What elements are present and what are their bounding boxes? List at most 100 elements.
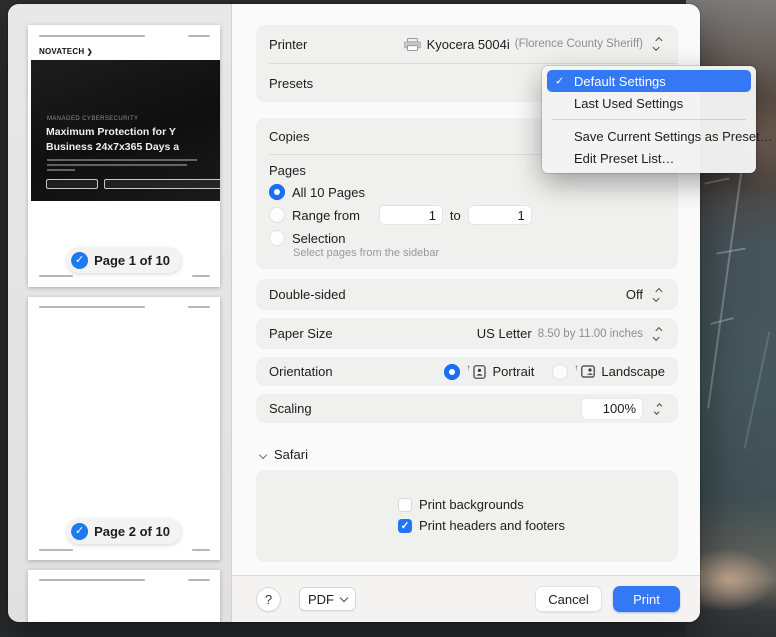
portrait-label: Portrait (492, 364, 534, 379)
safari-section-title: Safari (274, 447, 308, 462)
checkbox-unchecked-icon[interactable] (398, 498, 412, 512)
thumb-footer-line (192, 275, 210, 277)
radio-off-icon[interactable] (269, 207, 285, 223)
menu-item-label: Save Current Settings as Preset… (574, 129, 773, 144)
printer-value: Kyocera 5004i (427, 37, 510, 52)
page-thumbnail-3[interactable] (28, 570, 220, 622)
print-headers-label: Print headers and footers (419, 518, 565, 533)
menu-item-edit-preset-list[interactable]: Edit Preset List… (547, 147, 751, 169)
dialog-footer: ? PDF Cancel Print (232, 575, 700, 622)
hero-paragraph-line (47, 164, 187, 166)
presets-label: Presets (269, 76, 313, 91)
page-badge-label: Page 1 of 10 (94, 253, 170, 268)
pages-all-option[interactable]: All 10 Pages (269, 184, 665, 200)
orientation-row: Orientation ↑ Portrait ↑ (256, 357, 678, 386)
landscape-arrow-icon: ↑ (574, 363, 578, 372)
hero-heading-line1: Maximum Protection for Y (46, 126, 176, 138)
menu-item-default-settings[interactable]: ✓ Default Settings (547, 70, 751, 92)
selection-hint: Select pages from the sidebar (293, 247, 665, 259)
scaling-row: Scaling 100% (256, 394, 678, 423)
safari-options-group: Print backgrounds ✓ Print headers and fo… (256, 470, 678, 562)
pdf-dropdown-button[interactable]: PDF (299, 587, 356, 611)
radio-off-icon[interactable] (269, 230, 285, 246)
check-circle-icon: ✓ (71, 252, 88, 269)
thumb-header-line (39, 579, 145, 581)
page-thumbnail-2[interactable]: ✓ Page 2 of 10 (28, 297, 220, 560)
background-sketch-line (744, 331, 771, 449)
safari-disclosure[interactable]: Safari (260, 447, 678, 462)
pdf-label: PDF (308, 592, 334, 607)
checkbox-checked-icon[interactable]: ✓ (398, 519, 412, 533)
hero-paragraph-line (47, 169, 75, 171)
print-backgrounds-label: Print backgrounds (419, 497, 524, 512)
logo-chevron-icon: ❯ (87, 49, 93, 56)
orientation-portrait-option[interactable]: ↑ Portrait (444, 364, 534, 380)
page-badge-label: Page 2 of 10 (94, 524, 170, 539)
thumb-header-line (188, 306, 210, 308)
range-to-label: to (450, 208, 461, 223)
chevron-down-icon (340, 593, 348, 601)
print-backgrounds-option[interactable]: Print backgrounds (398, 497, 678, 512)
paper-size-stepper[interactable] (650, 324, 665, 344)
pages-all-label: All 10 Pages (292, 185, 365, 200)
background-sketch-line (704, 177, 730, 184)
printer-icon (404, 38, 421, 51)
orientation-label: Orientation (269, 364, 333, 379)
menu-item-label: Default Settings (574, 74, 666, 89)
radio-on-icon[interactable] (269, 184, 285, 200)
scaling-label: Scaling (269, 401, 312, 416)
thumb-hero-image: MANAGED CYBERSECURITY Maximum Protection… (31, 60, 220, 201)
orientation-group: Orientation ↑ Portrait ↑ (256, 357, 678, 386)
novatech-logo: NOVATECH ❯ (39, 47, 93, 56)
landscape-page-icon (581, 365, 595, 378)
double-sided-label: Double-sided (269, 287, 346, 302)
menu-item-last-used-settings[interactable]: Last Used Settings (547, 92, 751, 114)
portrait-page-icon (473, 365, 486, 379)
page-thumbnail-1[interactable]: NOVATECH ❯ MANAGED CYBERSECURITY Maximum… (28, 25, 220, 287)
portrait-arrow-icon: ↑ (466, 363, 470, 372)
radio-on-icon[interactable] (444, 364, 460, 380)
copies-label: Copies (269, 129, 309, 144)
pages-range-option[interactable]: Range from to (269, 205, 665, 225)
hero-heading-line2: Business 24x7x365 Days a (46, 141, 179, 153)
help-button[interactable]: ? (256, 587, 281, 612)
print-button[interactable]: Print (613, 586, 680, 612)
double-sided-group: Double-sided Off (256, 279, 678, 310)
question-mark-icon: ? (265, 592, 272, 607)
page-2-badge: ✓ Page 2 of 10 (67, 519, 181, 544)
preview-sidebar: NOVATECH ❯ MANAGED CYBERSECURITY Maximum… (8, 4, 232, 622)
thumb-footer-line (39, 275, 73, 277)
scaling-stepper[interactable] (650, 399, 665, 419)
double-sided-stepper[interactable] (650, 285, 665, 305)
paper-size-note: 8.50 by 11.00 inches (538, 328, 643, 340)
paper-size-group: Paper Size US Letter 8.50 by 11.00 inche… (256, 318, 678, 349)
orientation-landscape-option[interactable]: ↑ Landscape (552, 364, 665, 380)
scaling-group: Scaling 100% (256, 394, 678, 423)
range-to-input[interactable] (468, 205, 532, 225)
printer-select-stepper[interactable] (650, 34, 665, 54)
chevron-down-icon (259, 450, 267, 458)
scaling-input[interactable]: 100% (581, 398, 643, 420)
menu-separator (552, 119, 746, 120)
double-sided-row: Double-sided Off (256, 279, 678, 310)
page-1-badge: ✓ Page 1 of 10 (67, 248, 181, 273)
print-headers-option[interactable]: ✓ Print headers and footers (398, 518, 678, 533)
thumb-header-line (39, 35, 145, 37)
menu-item-save-current-settings[interactable]: Save Current Settings as Preset… (547, 125, 751, 147)
menu-item-label: Edit Preset List… (574, 151, 674, 166)
paper-size-value: US Letter (477, 326, 532, 341)
hero-paragraph-line (47, 159, 197, 161)
hero-tag: MANAGED CYBERSECURITY (47, 116, 138, 122)
thumb-footer-line (39, 549, 73, 551)
background-sketch-line (710, 317, 734, 325)
presets-menu: ✓ Default Settings Last Used Settings Sa… (542, 66, 756, 173)
printer-note: (Florence County Sheriff) (515, 38, 643, 50)
pages-selection-option[interactable]: Selection (269, 230, 665, 246)
thumb-header-line (188, 35, 210, 37)
thumb-header-line (188, 579, 210, 581)
radio-off-icon[interactable] (552, 364, 568, 380)
paper-size-label: Paper Size (269, 326, 333, 341)
range-from-input[interactable] (379, 205, 443, 225)
range-from-label: Range from (292, 208, 360, 223)
cancel-button[interactable]: Cancel (535, 586, 602, 612)
